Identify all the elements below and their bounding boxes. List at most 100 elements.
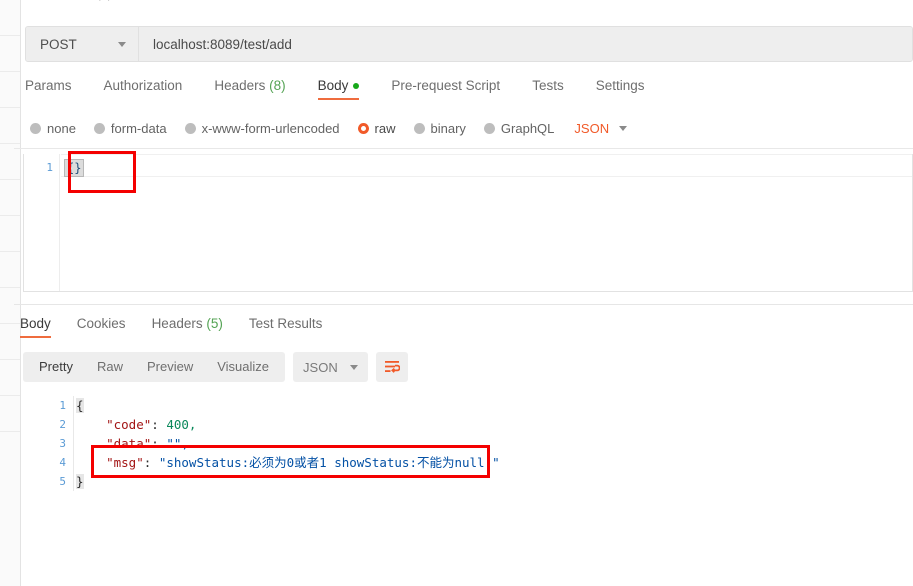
body-type-raw[interactable]: raw [357,121,396,136]
chevron-down-icon [118,41,126,47]
url-text: localhost:8089/test/add [153,36,292,52]
radio-icon [184,122,196,134]
response-view-visualize[interactable]: Visualize [205,352,281,382]
body-type-label: none [47,120,76,136]
radio-icon [357,122,369,134]
response-tab-headers[interactable]: Headers (5) [152,316,223,338]
http-method-label: POST [40,36,77,52]
line-number: 2 [59,418,66,431]
sidebar-row[interactable] [0,72,20,108]
sidebar-row[interactable] [0,396,20,432]
request-body-text: {} [64,159,85,177]
line-number: 5 [59,475,66,488]
response-tab-bar: Body Cookies Headers (5) Test Results [20,316,348,338]
request-tab-pre-request-script[interactable]: Pre-request Script [391,78,500,100]
body-type-graphql[interactable]: GraphQL [483,120,555,136]
json-brace: } [76,474,84,489]
json-value: "showStatus:必须为0或者1 showStatus:不能为null " [158,455,500,470]
line-number: 1 [46,161,53,174]
body-type-label: binary [430,120,466,136]
request-tab-label: Headers [214,78,266,93]
request-tab-authorization[interactable]: Authorization [104,78,183,100]
body-format-select[interactable]: JSON [574,120,628,136]
postman-window: · · POST localhost:8089/test/add Params A… [0,0,913,586]
http-method-select[interactable]: POST [26,27,139,61]
response-tab-cookies[interactable]: Cookies [77,316,126,338]
body-modified-indicator-icon [353,83,360,89]
json-punct: : [151,417,167,432]
response-tab-body[interactable]: Body [20,316,51,338]
json-key: "data" [106,436,152,451]
response-format-select[interactable]: JSON [293,352,368,382]
radio-icon [30,122,41,134]
response-view-pretty[interactable]: Pretty [27,352,85,382]
json-line: { [76,396,500,415]
response-tab-label: Test Results [248,316,323,331]
line-number: 4 [59,456,66,469]
url-input[interactable]: localhost:8089/test/add [139,27,912,61]
sidebar-row[interactable] [0,360,20,396]
response-toolbar: Pretty Raw Preview Visualize JSON [23,352,408,382]
gutter-rule [73,396,74,491]
request-tab-settings[interactable]: Settings [596,78,645,100]
sidebar-row[interactable] [0,144,20,180]
request-tab-label: Pre-request Script [391,78,501,93]
request-tab-bar: Params Authorization Headers (8) Body Pre-re… [25,78,644,108]
request-tab-params[interactable]: Params [25,78,72,100]
request-tab-label: Authorization [103,78,183,93]
request-tab-label: Body [317,78,349,93]
body-type-binary[interactable]: binary [413,120,466,136]
request-tab-tests[interactable]: Tests [532,78,564,100]
request-editor-gutter: 1 [24,154,60,291]
json-value: 400, [166,417,197,432]
chevron-down-icon [349,364,358,370]
json-brace: { [76,398,84,413]
left-sidebar-strip [0,0,21,586]
request-tab-label: Tests [532,78,564,93]
json-line: "code": 400, [76,415,500,434]
body-type-form-data[interactable]: form-data [93,121,167,136]
sidebar-row[interactable] [0,288,20,324]
response-tab-test-results[interactable]: Test Results [249,316,323,338]
request-url-bar: POST localhost:8089/test/add [25,26,913,62]
line-number: 1 [59,399,66,412]
body-type-none[interactable]: none [30,121,76,136]
json-line: } [76,472,500,491]
json-value: "", [166,436,189,451]
word-wrap-toggle[interactable] [375,352,408,382]
body-type-label: GraphQL [500,120,555,136]
response-divider [14,304,913,305]
response-tab-label: Cookies [76,316,126,331]
body-type-label: x-www-form-urlencoded [201,120,340,136]
response-tab-count: (5) [202,316,223,331]
editor-top-rule [14,148,913,149]
top-clipped-text: · · [98,0,112,6]
json-punct: : [143,455,159,470]
sidebar-row[interactable] [0,36,20,72]
response-view-preview[interactable]: Preview [135,352,205,382]
radio-icon [483,122,495,134]
line-number: 3 [59,437,66,450]
request-tab-label: Settings [595,78,645,93]
request-tab-body[interactable]: Body [317,78,360,100]
request-tab-count: (8) [265,78,286,93]
json-key: "code" [106,417,152,432]
request-body-editor[interactable]: 1 {} [23,154,913,292]
request-body-code[interactable]: {} [64,159,85,177]
json-line: "msg": "showStatus:必须为0或者1 showStatus:不能… [76,453,500,472]
sidebar-row[interactable] [0,216,20,252]
response-view-raw[interactable]: Raw [85,352,135,382]
word-wrap-icon [384,361,400,373]
body-type-x-www-form-urlencoded[interactable]: x-www-form-urlencoded [184,120,340,136]
request-tab-headers[interactable]: Headers (8) [214,78,285,100]
body-format-label: JSON [574,120,610,136]
sidebar-row[interactable] [0,324,20,360]
sidebar-row[interactable] [0,108,20,144]
sidebar-row[interactable] [0,0,20,36]
response-tab-label: Headers [151,316,203,331]
sidebar-row[interactable] [0,180,20,216]
json-punct: : [151,436,167,451]
response-view-mode-group: Pretty Raw Preview Visualize [23,352,286,382]
sidebar-row[interactable] [0,252,20,288]
